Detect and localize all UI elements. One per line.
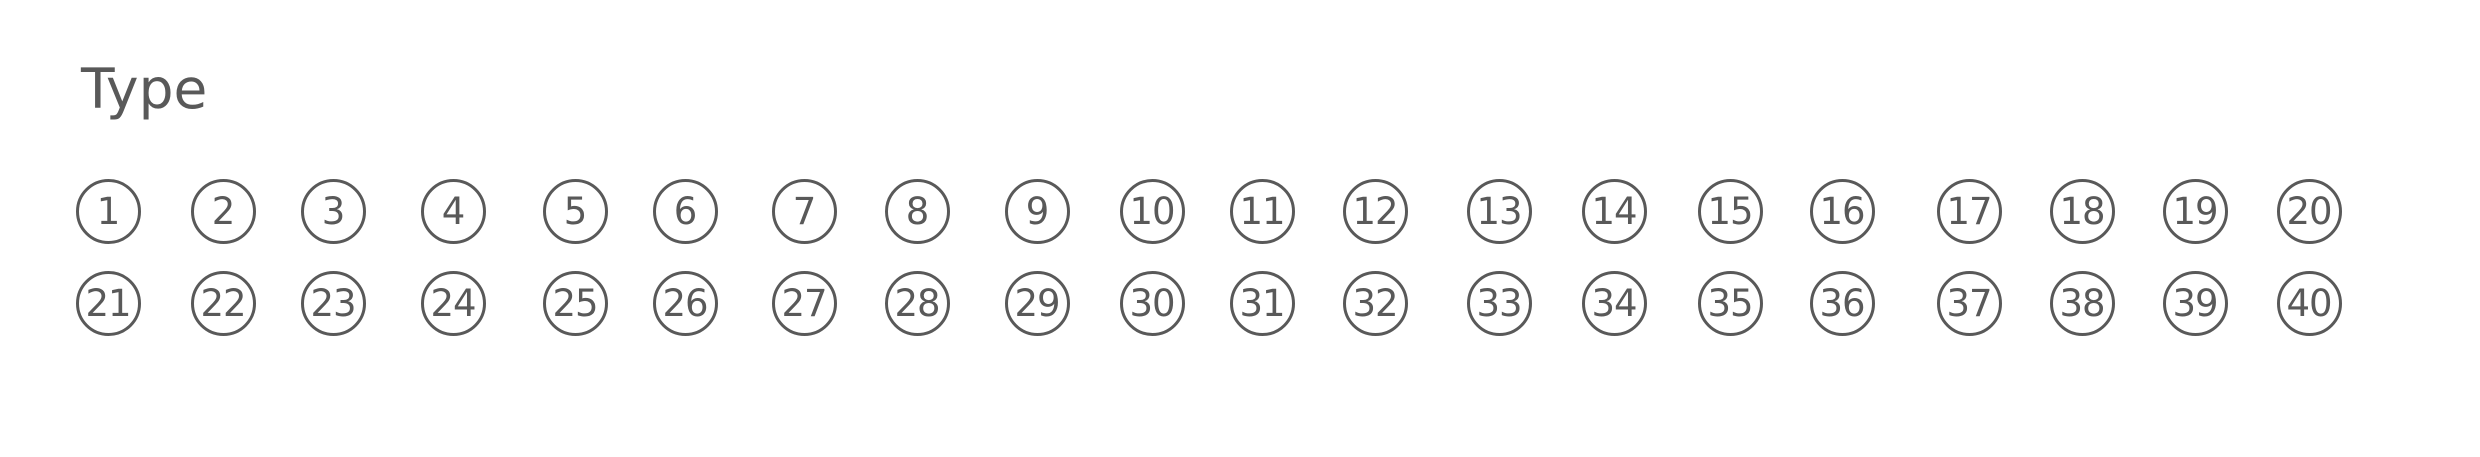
type-option-number: 2 bbox=[211, 189, 236, 233]
type-option-number: 15 bbox=[1707, 189, 1753, 233]
type-option-number: 5 bbox=[563, 189, 588, 233]
type-option-number: 16 bbox=[1819, 189, 1865, 233]
type-option-32[interactable]: 32 bbox=[1342, 270, 1408, 336]
type-option-7[interactable]: 7 bbox=[771, 178, 837, 244]
type-option-number: 12 bbox=[1352, 189, 1398, 233]
type-option-15[interactable]: 15 bbox=[1697, 178, 1763, 244]
type-option-33[interactable]: 33 bbox=[1466, 270, 1532, 336]
type-option-17[interactable]: 17 bbox=[1936, 178, 2002, 244]
type-option-number: 18 bbox=[2059, 189, 2105, 233]
type-option-number: 31 bbox=[1239, 281, 1285, 325]
type-option-21[interactable]: 21 bbox=[75, 270, 141, 336]
type-option-number: 38 bbox=[2059, 281, 2105, 325]
type-option-25[interactable]: 25 bbox=[542, 270, 608, 336]
type-option-24[interactable]: 24 bbox=[420, 270, 486, 336]
type-option-18[interactable]: 18 bbox=[2049, 178, 2115, 244]
type-option-number: 19 bbox=[2172, 189, 2218, 233]
type-option-35[interactable]: 35 bbox=[1697, 270, 1763, 336]
type-option-22[interactable]: 22 bbox=[190, 270, 256, 336]
type-option-number: 27 bbox=[781, 281, 827, 325]
type-option-6[interactable]: 6 bbox=[652, 178, 718, 244]
type-option-23[interactable]: 23 bbox=[300, 270, 366, 336]
type-option-39[interactable]: 39 bbox=[2162, 270, 2228, 336]
type-option-number: 36 bbox=[1819, 281, 1865, 325]
type-option-29[interactable]: 29 bbox=[1004, 270, 1070, 336]
type-option-10[interactable]: 10 bbox=[1119, 178, 1185, 244]
type-option-13[interactable]: 13 bbox=[1466, 178, 1532, 244]
type-option-40[interactable]: 40 bbox=[2276, 270, 2342, 336]
type-option-number: 26 bbox=[662, 281, 708, 325]
type-option-34[interactable]: 34 bbox=[1581, 270, 1647, 336]
type-option-number: 40 bbox=[2286, 281, 2332, 325]
type-option-number: 25 bbox=[552, 281, 598, 325]
type-option-16[interactable]: 16 bbox=[1809, 178, 1875, 244]
type-option-20[interactable]: 20 bbox=[2276, 178, 2342, 244]
type-option-number: 13 bbox=[1476, 189, 1522, 233]
type-option-3[interactable]: 3 bbox=[300, 178, 366, 244]
type-option-number: 29 bbox=[1014, 281, 1060, 325]
type-option-number: 6 bbox=[673, 189, 698, 233]
type-option-14[interactable]: 14 bbox=[1581, 178, 1647, 244]
type-option-number: 28 bbox=[894, 281, 940, 325]
type-option-38[interactable]: 38 bbox=[2049, 270, 2115, 336]
type-option-9[interactable]: 9 bbox=[1004, 178, 1070, 244]
type-option-number: 22 bbox=[200, 281, 246, 325]
type-option-number: 33 bbox=[1476, 281, 1522, 325]
type-option-number: 20 bbox=[2286, 189, 2332, 233]
type-option-2[interactable]: 2 bbox=[190, 178, 256, 244]
type-option-1[interactable]: 1 bbox=[75, 178, 141, 244]
type-option-number: 10 bbox=[1129, 189, 1175, 233]
type-option-number: 23 bbox=[310, 281, 356, 325]
type-option-28[interactable]: 28 bbox=[884, 270, 950, 336]
type-option-number: 14 bbox=[1591, 189, 1637, 233]
type-option-31[interactable]: 31 bbox=[1229, 270, 1295, 336]
type-option-number: 30 bbox=[1129, 281, 1175, 325]
type-option-number: 9 bbox=[1025, 189, 1050, 233]
type-option-4[interactable]: 4 bbox=[420, 178, 486, 244]
type-option-number: 21 bbox=[85, 281, 131, 325]
type-option-5[interactable]: 5 bbox=[542, 178, 608, 244]
type-option-number: 7 bbox=[792, 189, 817, 233]
type-option-30[interactable]: 30 bbox=[1119, 270, 1185, 336]
type-option-36[interactable]: 36 bbox=[1809, 270, 1875, 336]
type-option-number: 39 bbox=[2172, 281, 2218, 325]
type-option-11[interactable]: 11 bbox=[1229, 178, 1295, 244]
type-option-12[interactable]: 12 bbox=[1342, 178, 1408, 244]
type-choice-grid: 1 2 3 4 5 6 7 8 9 10 11 12 13 14 15 16 17 18 19 20 21 22 23 24 2… bbox=[0, 0, 2480, 457]
type-option-number: 37 bbox=[1946, 281, 1992, 325]
type-option-number: 35 bbox=[1707, 281, 1753, 325]
type-option-number: 1 bbox=[96, 189, 121, 233]
type-option-number: 4 bbox=[441, 189, 466, 233]
type-option-number: 34 bbox=[1591, 281, 1637, 325]
type-option-number: 32 bbox=[1352, 281, 1398, 325]
type-option-number: 8 bbox=[905, 189, 930, 233]
type-option-27[interactable]: 27 bbox=[771, 270, 837, 336]
type-option-number: 3 bbox=[321, 189, 346, 233]
type-option-37[interactable]: 37 bbox=[1936, 270, 2002, 336]
type-option-26[interactable]: 26 bbox=[652, 270, 718, 336]
type-option-number: 11 bbox=[1239, 189, 1285, 233]
type-option-number: 24 bbox=[430, 281, 476, 325]
type-option-8[interactable]: 8 bbox=[884, 178, 950, 244]
type-option-19[interactable]: 19 bbox=[2162, 178, 2228, 244]
type-option-number: 17 bbox=[1946, 189, 1992, 233]
